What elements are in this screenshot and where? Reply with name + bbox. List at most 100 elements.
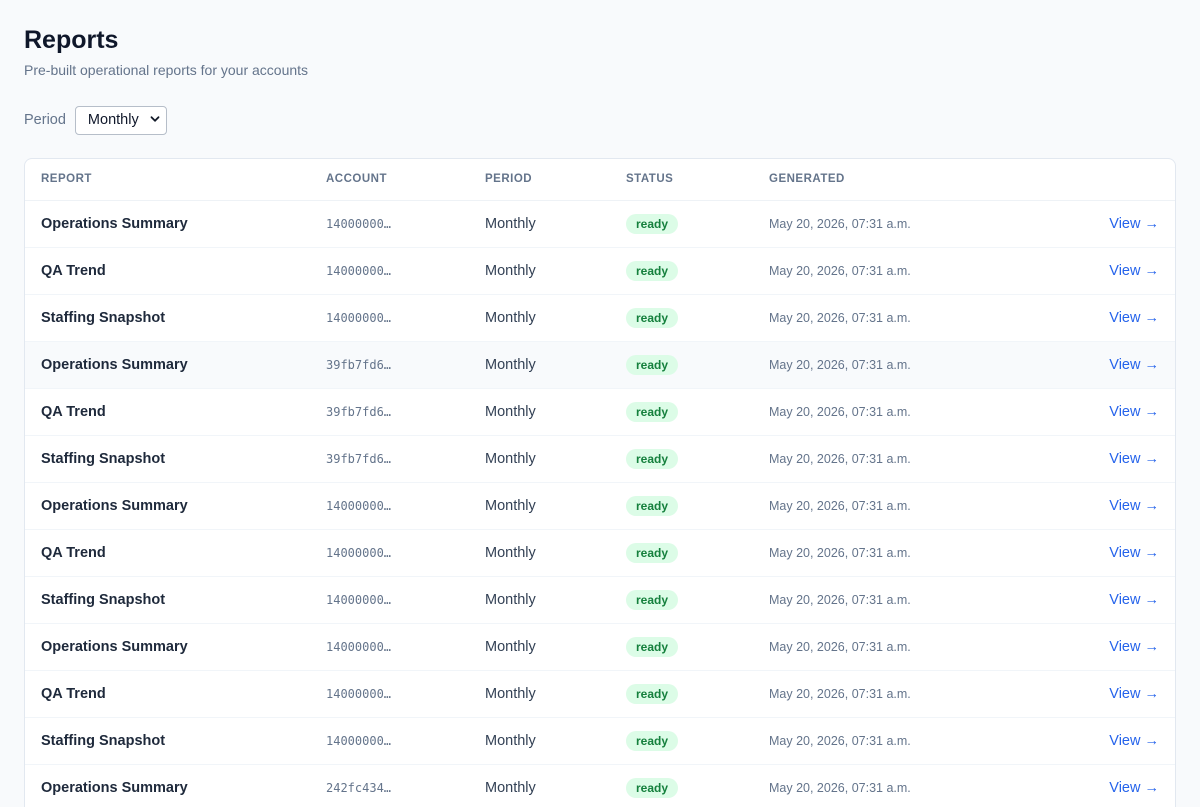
report-name: Operations Summary [25,623,310,671]
view-report-link[interactable]: View → [1109,310,1159,326]
status-badge: ready [626,636,679,657]
report-period: Monthly [469,482,610,530]
account-id: 14000000… [310,482,469,530]
column-header-report: REPORT [25,159,310,201]
page-subtitle: Pre-built operational reports for your a… [24,62,309,78]
view-report-link[interactable]: View → [1109,451,1159,467]
status-badge: ready [626,307,679,328]
table-row: QA Trend 14000000… Monthly ready May 20, 202… [25,529,1175,577]
report-name: QA Trend [25,388,310,436]
report-name: Staffing Snapshot [25,435,310,483]
report-name: Operations Summary [25,764,310,807]
status-cell: ready [610,247,753,295]
status-badge: ready [626,683,679,704]
generated-timestamp: May 20, 2026, 07:31 a.m. [753,529,1035,577]
generated-timestamp: May 20, 2026, 07:31 a.m. [753,294,1035,342]
status-cell: ready [610,576,753,624]
status-cell: ready [610,717,753,765]
table-row: Staffing Snapshot 14000000… Monthly ready Ma… [25,717,1175,765]
table-row: QA Trend 14000000… Monthly ready May 20, 202… [25,247,1175,295]
status-badge: ready [626,730,679,751]
view-report-link[interactable]: View → [1109,404,1159,420]
status-badge: ready [626,448,679,469]
generated-timestamp: May 20, 2026, 07:31 a.m. [753,435,1035,483]
generated-timestamp: May 20, 2026, 07:31 a.m. [753,341,1035,389]
report-period: Monthly [469,670,610,718]
table-row: Staffing Snapshot 14000000… Monthly ready Ma… [25,576,1175,624]
view-report-link[interactable]: View → [1109,357,1159,373]
column-header-period: PERIOD [469,159,610,201]
column-header-status: STATUS [610,159,753,201]
account-id: 14000000… [310,576,469,624]
column-header-account: ACCOUNT [310,159,469,201]
period-select[interactable]: Monthly [74,105,167,135]
report-period: Monthly [469,294,610,342]
column-header-actions [1035,159,1175,201]
action-cell: View → [1035,717,1175,765]
action-cell: View → [1035,670,1175,718]
view-report-link[interactable]: View → [1109,592,1159,608]
status-cell: ready [610,200,753,248]
report-name: Staffing Snapshot [25,294,310,342]
report-period: Monthly [469,435,610,483]
view-report-link[interactable]: View → [1109,216,1159,232]
generated-timestamp: May 20, 2026, 07:31 a.m. [753,764,1035,807]
account-id: 39fb7fd6… [310,341,469,389]
generated-timestamp: May 20, 2026, 07:31 a.m. [753,623,1035,671]
table-row: QA Trend 39fb7fd6… Monthly ready May 20, 202… [25,388,1175,436]
status-badge: ready [626,777,679,798]
account-id: 14000000… [310,247,469,295]
status-badge: ready [626,354,679,375]
report-period: Monthly [469,623,610,671]
table-row: Staffing Snapshot 39fb7fd6… Monthly ready Ma… [25,435,1175,483]
period-select-value: Monthly [87,112,139,128]
status-cell: ready [610,764,753,807]
chevron-down-icon [150,112,160,128]
view-report-link[interactable]: View → [1109,686,1159,702]
status-badge: ready [626,542,679,563]
period-filter: Period Monthly [24,105,1176,135]
report-name: QA Trend [25,529,310,577]
action-cell: View → [1035,200,1175,248]
account-id: 39fb7fd6… [310,435,469,483]
report-period: Monthly [469,529,610,577]
table-row: Operations Summary 14000000… Monthly ready M… [25,623,1175,671]
report-period: Monthly [469,200,610,248]
reports-table: REPORT ACCOUNT PERIOD STATUS GENERATED O… [25,159,1175,807]
status-badge: ready [626,260,679,281]
action-cell: View → [1035,341,1175,389]
table-header-row: REPORT ACCOUNT PERIOD STATUS GENERATED [25,159,1175,201]
status-cell: ready [610,670,753,718]
table-row: Operations Summary 14000000… Monthly ready M… [25,482,1175,530]
generated-timestamp: May 20, 2026, 07:31 a.m. [753,482,1035,530]
account-id: 14000000… [310,670,469,718]
generated-timestamp: May 20, 2026, 07:31 a.m. [753,670,1035,718]
view-report-link[interactable]: View → [1109,263,1159,279]
generated-timestamp: May 20, 2026, 07:31 a.m. [753,717,1035,765]
reports-table-card: REPORT ACCOUNT PERIOD STATUS GENERATED O… [24,158,1176,807]
view-report-link[interactable]: View → [1109,733,1159,749]
account-id: 242fc434… [310,764,469,807]
status-cell: ready [610,294,753,342]
reports-page: Reports Pre-built operational reports fo… [0,0,1200,807]
view-report-link[interactable]: View → [1109,639,1159,655]
action-cell: View → [1035,764,1175,807]
view-report-link[interactable]: View → [1109,498,1159,514]
report-period: Monthly [469,576,610,624]
table-row: Operations Summary 14000000… Monthly ready M… [25,200,1175,248]
view-report-link[interactable]: View → [1109,780,1159,796]
generated-timestamp: May 20, 2026, 07:31 a.m. [753,200,1035,248]
action-cell: View → [1035,482,1175,530]
status-badge: ready [626,213,679,234]
action-cell: View → [1035,247,1175,295]
table-row: Operations Summary 39fb7fd6… Monthly ready M… [25,341,1175,389]
generated-timestamp: May 20, 2026, 07:31 a.m. [753,576,1035,624]
status-cell: ready [610,482,753,530]
view-report-link[interactable]: View → [1109,545,1159,561]
status-badge: ready [626,495,679,516]
table-body: Operations Summary 14000000… Monthly ready M… [25,200,1175,807]
action-cell: View → [1035,623,1175,671]
account-id: 39fb7fd6… [310,388,469,436]
status-cell: ready [610,388,753,436]
report-name: Operations Summary [25,341,310,389]
